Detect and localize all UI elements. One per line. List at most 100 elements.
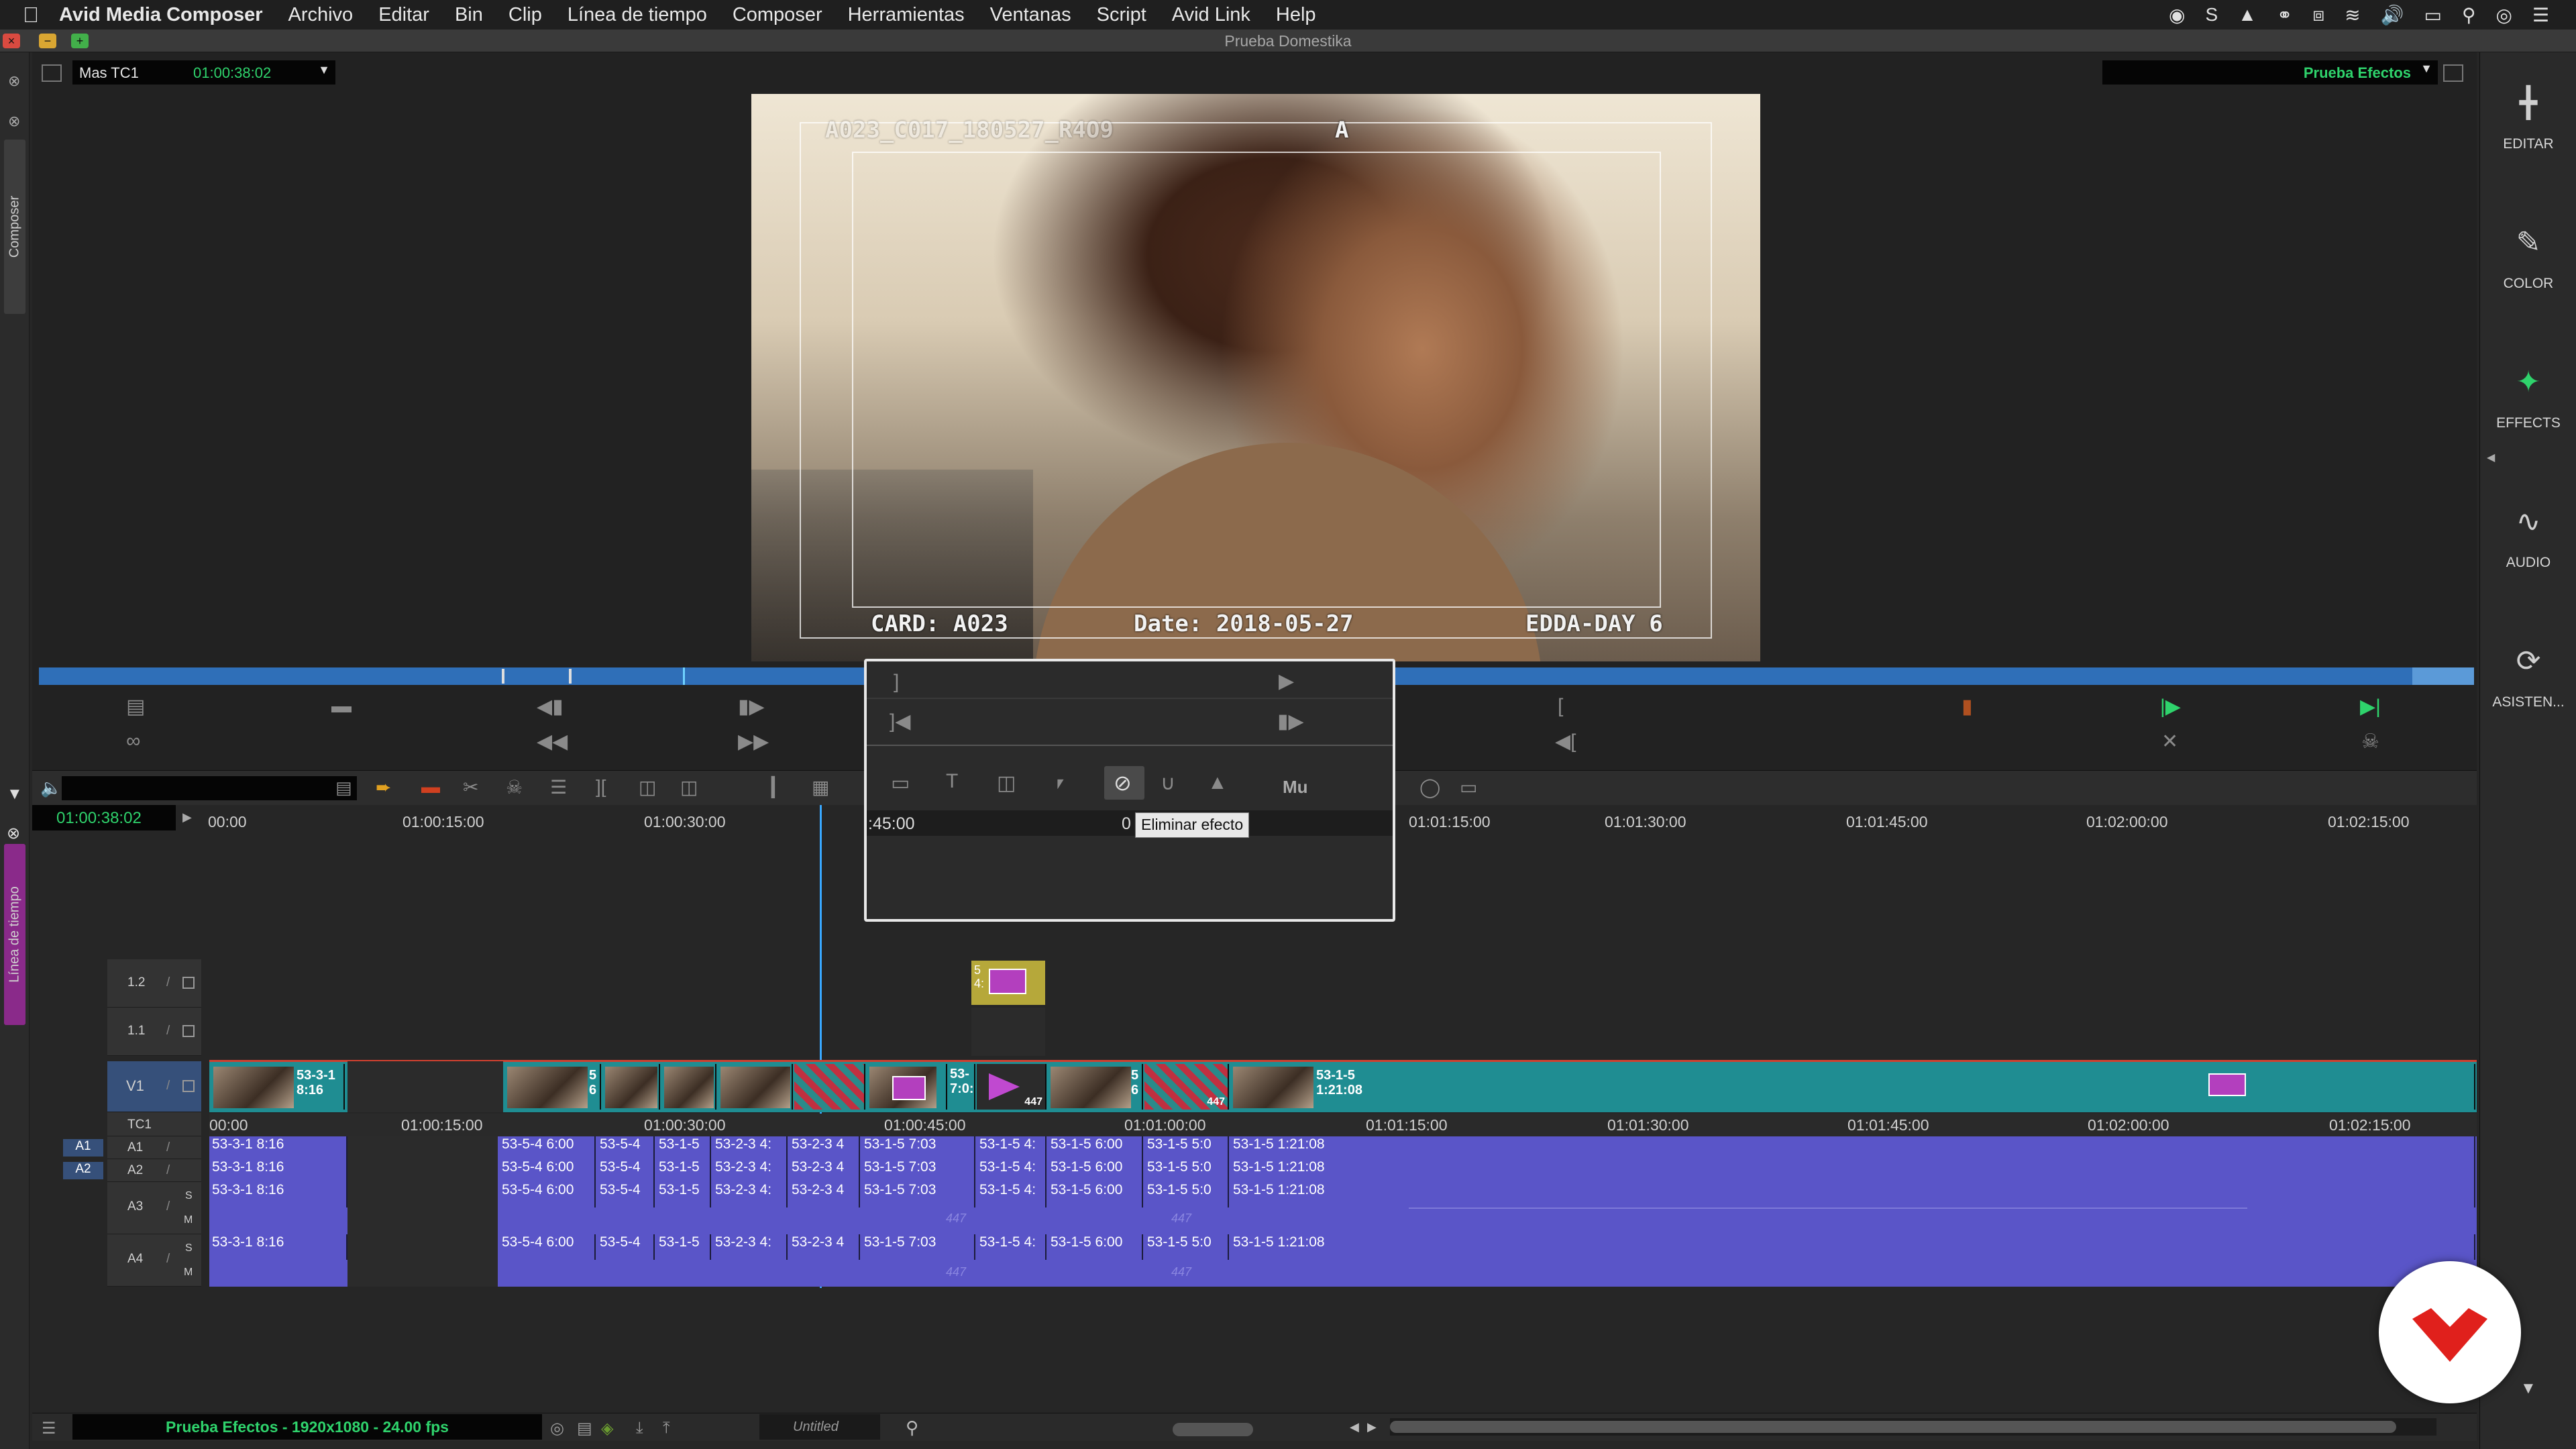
timeline-search-field[interactable] [62, 776, 357, 800]
source-track-a2[interactable]: A2 [63, 1162, 103, 1179]
bin-selector[interactable]: Untitled [759, 1414, 880, 1440]
v1-clip[interactable] [602, 1064, 660, 1110]
audio-clip[interactable]: 53-1-5 6:00 [1048, 1159, 1143, 1182]
audio-clip[interactable]: 53-2-3 4: [712, 1234, 788, 1260]
audio-clip[interactable]: 53-5-4 [597, 1136, 655, 1159]
drive-icon[interactable]: ▲ [2238, 4, 2257, 26]
link-icon[interactable]: ∞ [126, 730, 140, 753]
mark-in-icon[interactable]: [ [1558, 695, 1563, 718]
audio-clip[interactable]: 53-1-5 [656, 1234, 711, 1260]
position-indicator[interactable] [683, 667, 685, 685]
workspace-effects[interactable]: ✦ EFFECTS [2480, 365, 2576, 431]
record-icon[interactable]: ◉ [2169, 4, 2185, 26]
close-timeline-icon[interactable]: ⊗ [7, 824, 20, 843]
workspace-assistant[interactable]: ⟳ ASISTEN... [2480, 644, 2576, 710]
track-lock-icon[interactable]: / [166, 1199, 170, 1214]
timeline-timecode[interactable]: 01:00:38:02 [32, 805, 176, 830]
audio-clip[interactable]: 53-1-5 6:00 [1048, 1234, 1143, 1260]
play-to-end-button[interactable]: ▮▶ [1277, 710, 1304, 733]
audio-clip[interactable]: 53-2-3 4 [789, 1136, 860, 1159]
video-quality-icon[interactable]: ▭ [1460, 776, 1477, 798]
split-icon[interactable]: ▬ [331, 695, 352, 718]
v1-clip[interactable]: 5 6 [504, 1064, 601, 1110]
quick-transition-icon[interactable]: ▭ [891, 771, 910, 795]
speaker-icon[interactable]: 🔈 [40, 777, 62, 798]
audio-keyframe-icon[interactable]: ▲ [1208, 771, 1228, 794]
scrollbar-thumb[interactable] [1390, 1421, 2396, 1433]
track-lock-icon[interactable]: / [166, 1140, 170, 1155]
record-vo-icon[interactable]: ◯ [1419, 776, 1440, 798]
go-to-in-icon[interactable]: |▶ [2160, 695, 2181, 718]
audio-clip[interactable]: 53-2-3 4 [789, 1182, 860, 1208]
step-back-icon[interactable]: ◀▮ [537, 695, 564, 718]
audio-clip[interactable]: 53-5-4 6:00 [499, 1182, 596, 1208]
menu-app[interactable]: Avid Media Composer [59, 4, 262, 26]
audio-clip[interactable]: 53-1-5 7:03 [861, 1136, 975, 1159]
audio-clip[interactable]: 53-1-5 1:21:08 [1230, 1159, 2475, 1182]
audio-clip[interactable]: 53-2-3 4 [789, 1234, 860, 1260]
v1-clip[interactable]: 5 6 [1048, 1064, 1143, 1110]
composer-fast-menu-icon[interactable] [2443, 64, 2463, 82]
track-monitor-box[interactable] [182, 977, 195, 989]
spotlight-search-icon[interactable]: ⚲ [2462, 4, 2476, 26]
fast-forward-icon[interactable]: ▶▶ [738, 730, 769, 753]
mute-button[interactable]: M [184, 1267, 193, 1279]
record-sequence-name[interactable]: Prueba Efectos ▼ [2102, 60, 2438, 85]
solo-button[interactable]: S [185, 1242, 193, 1254]
zoom-slider[interactable] [1173, 1423, 1253, 1436]
v1-clip[interactable] [718, 1064, 793, 1110]
v1-clip-effect[interactable] [794, 1064, 865, 1110]
menu-composer[interactable]: Composer [733, 4, 822, 26]
track-header-a3[interactable]: A3 / S M [107, 1182, 201, 1234]
timeline-ruler[interactable]: 00:00 01:00:15:00 01:00:30:00 01:01:15:0… [201, 810, 2477, 836]
track-header-tc1[interactable]: TC1 [107, 1112, 201, 1136]
audio-clip[interactable]: 53-3-1 8:16 [209, 1136, 347, 1159]
match-frame-icon[interactable]: ◫ [680, 776, 698, 798]
audio-clip[interactable]: 53-1-5 4: [977, 1159, 1046, 1182]
timeline-menu-icon[interactable]: ▼ [7, 785, 23, 804]
apple-menu-icon[interactable]:  [23, 3, 59, 28]
menu-editar[interactable]: Editar [378, 4, 429, 26]
audio-clip[interactable]: 53-1-5 7:03 [861, 1234, 975, 1260]
menu-help[interactable]: Help [1276, 4, 1316, 26]
audio-clip[interactable]: 53-5-4 6:00 [499, 1159, 596, 1182]
close-panel-icon[interactable]: ⊗ [8, 113, 20, 130]
audio-clip[interactable]: 53-1-5 4: [977, 1136, 1046, 1159]
source-track-a1[interactable]: A1 [63, 1139, 103, 1157]
menu-avid-link[interactable]: Avid Link [1172, 4, 1250, 26]
audio-clip[interactable]: 53-1-5 1:21:08 [1230, 1182, 2475, 1208]
cut-icon[interactable]: ✂ [463, 776, 478, 798]
clear-in-icon[interactable]: ◀[ [1555, 730, 1576, 753]
track-lock-icon[interactable]: / [166, 1079, 170, 1093]
audio-clip[interactable]: 53-1-5 5:0 [1144, 1159, 1229, 1182]
audio-clip[interactable]: 53-1-5 [656, 1136, 711, 1159]
lift-icon-status[interactable]: ⤒ [663, 1419, 670, 1438]
menu-ventanas[interactable]: Ventanas [990, 4, 1071, 26]
nested-effect-clip[interactable]: 5 4: [971, 961, 1045, 1005]
step-forward-icon[interactable]: ▮▶ [738, 695, 765, 718]
list-icon[interactable]: ☰ [550, 776, 567, 798]
audio-clip[interactable]: 53-5-4 6:00 [499, 1136, 596, 1159]
menu-archivo[interactable]: Archivo [288, 4, 353, 26]
trim-scissors-icon[interactable]: ✕ [2161, 730, 2178, 753]
render-icon[interactable]: ▦ [812, 776, 829, 798]
audio-clip[interactable]: 53-1-5 5:0 [1144, 1234, 1229, 1260]
v1-clip[interactable] [867, 1064, 947, 1110]
v1-clip[interactable]: 53- 7:0: [949, 1064, 975, 1110]
v1-clip[interactable]: 447 [977, 1064, 1046, 1110]
toggle-source-record-icon[interactable]: ▤ [577, 1419, 592, 1438]
grid-icon[interactable]: ⧈ [2312, 4, 2324, 26]
track-monitor-box[interactable] [182, 1025, 195, 1037]
multicam-button[interactable]: Mu [1283, 777, 1308, 798]
composer-menu-icon[interactable] [42, 64, 62, 82]
v1-clip-effect[interactable]: 447 [1144, 1064, 1229, 1110]
scroll-left-icon[interactable]: ◀ [1350, 1420, 1359, 1434]
segment-mode-icon[interactable]: ▤ [335, 777, 352, 798]
lift-overwrite-icon[interactable]: ☠ [506, 776, 523, 798]
audio-clip[interactable]: 53-1-5 1:21:08 [1230, 1136, 2475, 1159]
effect-mode-icon[interactable]: ◫ [997, 771, 1016, 795]
panel-menu-icon[interactable]: ▼ [2520, 1379, 2536, 1398]
solo-button[interactable]: S [185, 1190, 193, 1202]
skype-icon[interactable]: S [2205, 4, 2218, 26]
title-tool-icon[interactable]: T [946, 770, 958, 793]
